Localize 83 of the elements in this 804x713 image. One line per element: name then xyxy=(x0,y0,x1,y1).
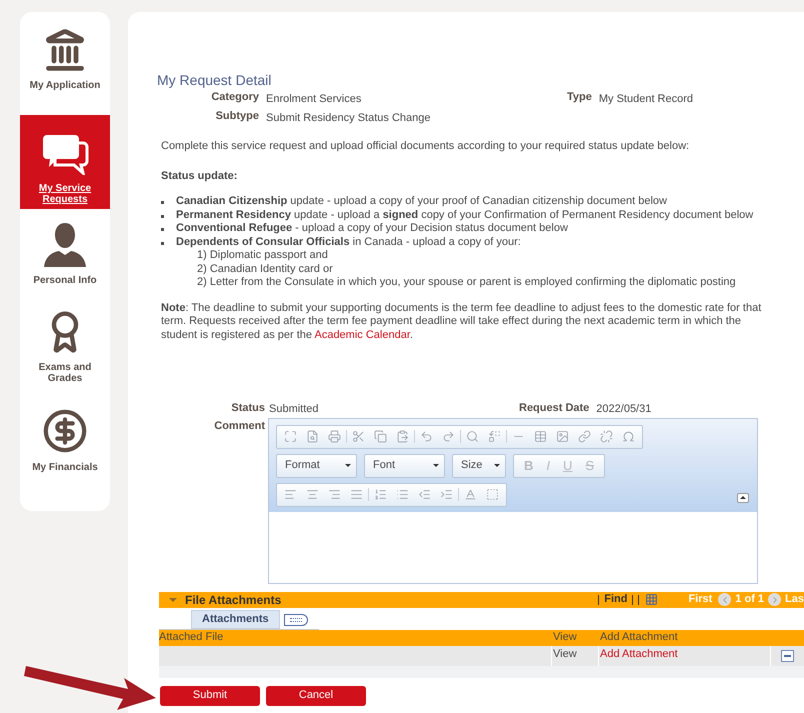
bullet-text: Canadian Citizenship update - upload a copy of your proof of Canadian citizenship document below xyxy=(176,195,667,208)
collapse-caret-icon[interactable] xyxy=(169,598,177,602)
editor-dropdown[interactable]: Font xyxy=(364,454,445,478)
caret-icon xyxy=(494,464,500,467)
field-value: Enrolment Services xyxy=(266,92,362,107)
list-item-text: 1) Diplomatic passport and xyxy=(197,249,329,262)
unlink-icon[interactable] xyxy=(600,430,613,443)
previous-icon[interactable] xyxy=(718,593,732,606)
search-icon[interactable] xyxy=(466,430,479,443)
numbered-list-icon[interactable] xyxy=(374,488,387,501)
undo-icon[interactable] xyxy=(420,430,433,443)
show-all-columns-icon[interactable] xyxy=(284,614,308,626)
image-icon[interactable] xyxy=(556,430,569,443)
column-header: Add Attachment xyxy=(600,630,678,646)
sidebar-item[interactable]: My Application xyxy=(20,28,110,103)
collapse-toolbar-icon[interactable] xyxy=(737,492,749,502)
background-color-icon[interactable] xyxy=(486,488,499,501)
field-label: Comment xyxy=(213,418,265,434)
paste-icon[interactable] xyxy=(396,430,409,443)
field-label: Type xyxy=(567,90,592,105)
caret-icon xyxy=(345,464,351,467)
field-label: Request Date xyxy=(519,401,590,416)
page-count: 1 of 1 xyxy=(735,592,764,608)
bullet-text: Dependents of Consular Officials in Canada - upload a copy of your: xyxy=(176,236,521,249)
table-icon[interactable] xyxy=(534,430,547,443)
person-icon xyxy=(44,223,86,267)
field-label: Category xyxy=(210,90,259,105)
note-text: Note: The deadline to submit your supporting documents is the term fee deadline to adjust fees to the domestic rate for that term. Requests received after the term fee payment deadline will take effect during the next academic term in which the student is registered as per the Academic Calendar. xyxy=(161,302,762,342)
link-icon[interactable] xyxy=(578,430,591,443)
indent-icon[interactable] xyxy=(440,488,453,501)
caret-icon xyxy=(433,464,439,467)
sidebar-item[interactable]: My Financials xyxy=(20,408,110,485)
preview-icon[interactable] xyxy=(306,430,319,443)
field-label: Status xyxy=(230,401,265,416)
section-title: File Attachments xyxy=(185,592,282,608)
section-heading: Status update: xyxy=(161,168,238,184)
sidebar-item[interactable]: My Service Requests xyxy=(20,115,110,209)
sidebar-item[interactable]: Personal Info xyxy=(20,223,110,298)
find-link[interactable]: Find xyxy=(599,591,632,608)
replace-icon[interactable] xyxy=(488,430,501,443)
editor-dropdown[interactable]: Format xyxy=(276,454,357,478)
field-value: Submitted xyxy=(269,402,320,417)
bullet-icon xyxy=(161,228,164,231)
delete-row-icon[interactable] xyxy=(781,650,794,662)
field-value: My Student Record xyxy=(598,92,694,107)
align-center-icon[interactable] xyxy=(306,488,319,501)
rich-text-editor[interactable]: Format Font Size B I U S xyxy=(268,418,758,584)
cancel-button[interactable]: Cancel xyxy=(266,686,366,706)
field-label: Subtype xyxy=(214,108,259,124)
academic-calendar-link[interactable]: Academic Calendar xyxy=(314,328,410,340)
bullet-icon xyxy=(161,201,164,204)
text-color-icon[interactable] xyxy=(464,488,477,501)
bank-icon xyxy=(43,28,87,72)
outdent-icon[interactable] xyxy=(418,488,431,501)
field-value: Submit Residency Status Change xyxy=(266,110,432,126)
field-value: 2022/05/31 xyxy=(596,402,652,417)
copy-icon[interactable] xyxy=(374,430,387,443)
bullet-text: Permanent Residency update - upload a signed copy of your Confirmation of Permanent Residency document below xyxy=(176,208,754,222)
align-left-icon[interactable] xyxy=(284,488,297,501)
bullet-text: Conventional Refugee - upload a copy of your Decision status document below xyxy=(176,222,568,236)
bullet-icon xyxy=(161,214,164,218)
list-item-text: 2) Canadian Identity card or xyxy=(197,262,334,276)
bullet-icon xyxy=(161,242,164,244)
attachments-tab[interactable]: Attachments xyxy=(191,610,280,628)
omega-icon[interactable] xyxy=(622,430,635,443)
cut-icon[interactable] xyxy=(352,430,365,443)
redo-icon[interactable] xyxy=(442,430,455,443)
print-icon[interactable] xyxy=(328,430,341,443)
intro-text: Complete this service request and upload official documents according to your required status update below: xyxy=(161,139,690,154)
align-justify-icon[interactable] xyxy=(350,488,363,501)
column-header: Attached File xyxy=(159,630,224,646)
dollar-circle-icon xyxy=(42,408,88,454)
chat-bubbles-icon xyxy=(41,133,89,175)
submit-button[interactable]: Submit xyxy=(160,686,260,706)
grid-view-icon[interactable] xyxy=(645,593,658,606)
maximize-icon[interactable] xyxy=(284,430,297,443)
column-header: View xyxy=(553,630,578,646)
next-icon[interactable] xyxy=(768,593,782,606)
list-item-text: 2) Letter from the Consulate in which you, your spouse or parent is employed confirming the diplomatic posting xyxy=(197,276,737,290)
page-title: My Request Detail xyxy=(157,72,272,88)
align-right-icon[interactable] xyxy=(328,488,341,501)
editor-dropdown[interactable]: Size xyxy=(452,454,506,478)
sidebar-item[interactable]: Exams and Grades xyxy=(20,310,110,396)
